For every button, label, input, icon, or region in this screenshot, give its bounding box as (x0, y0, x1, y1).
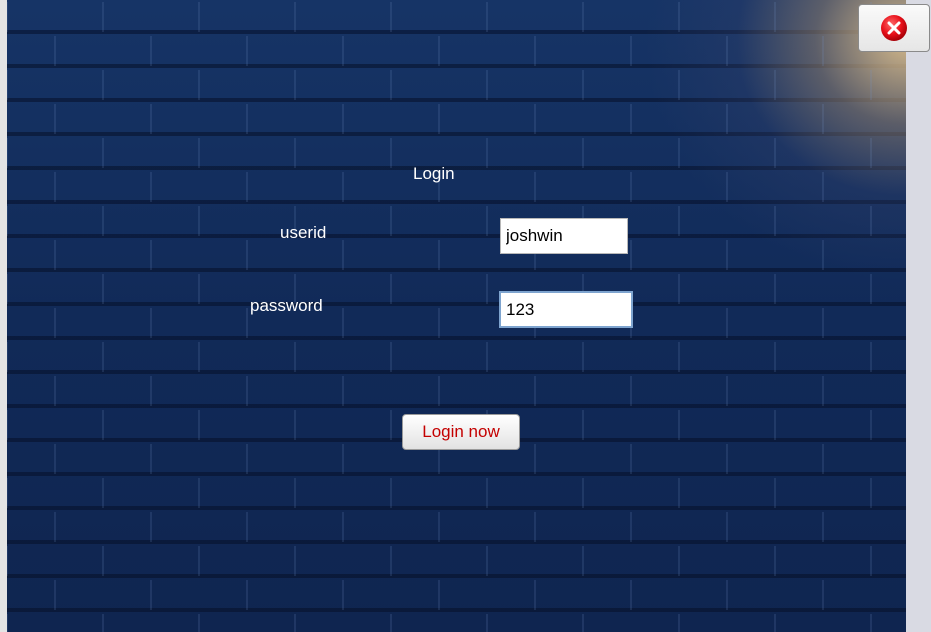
login-panel: Login userid password Login now (7, 0, 906, 632)
window-left-edge (0, 0, 7, 632)
password-label: password (250, 296, 323, 315)
close-icon (881, 15, 907, 41)
close-button[interactable] (858, 4, 930, 52)
password-input[interactable] (499, 291, 633, 328)
userid-label: userid (280, 223, 327, 242)
application-window: Login userid password Login now (0, 0, 931, 632)
userid-input[interactable] (500, 218, 628, 254)
login-title: Login (413, 164, 455, 183)
brick-wall-background (7, 2, 872, 632)
login-now-button[interactable]: Login now (402, 414, 520, 450)
